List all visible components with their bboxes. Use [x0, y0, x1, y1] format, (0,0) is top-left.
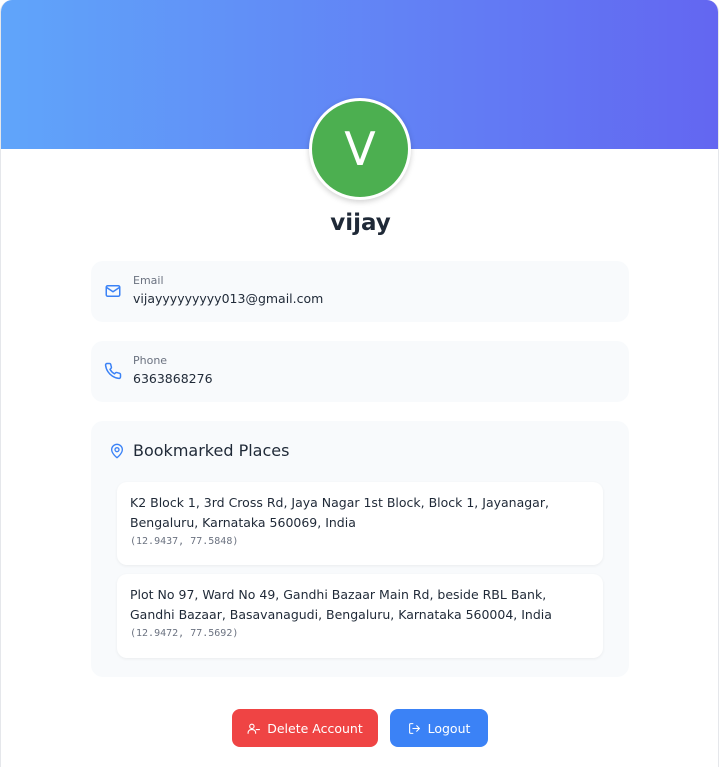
profile-card: V vijay Email vijayyyyyyyyy013@gmail.com… — [0, 0, 719, 767]
bookmarks-title: Bookmarked Places — [133, 441, 290, 460]
bookmarked-place-item[interactable]: Plot No 97, Ward No 49, Gandhi Bazaar Ma… — [117, 574, 603, 658]
avatar: V — [309, 98, 411, 200]
logout-icon — [408, 722, 420, 734]
place-address: K2 Block 1, 3rd Cross Rd, Jaya Nagar 1st… — [130, 495, 549, 530]
place-address: Plot No 97, Ward No 49, Gandhi Bazaar Ma… — [130, 587, 552, 622]
delete-account-label: Delete Account — [267, 720, 363, 736]
logout-label: Logout — [427, 720, 471, 736]
email-value: vijayyyyyyyyy013@gmail.com — [133, 291, 324, 306]
phone-label: Phone — [133, 354, 168, 367]
avatar-initial: V — [344, 122, 376, 176]
logout-button[interactable]: Logout — [390, 709, 488, 747]
email-label: Email — [133, 274, 164, 287]
mail-icon — [105, 285, 121, 297]
phone-value: 6363868276 — [133, 371, 213, 386]
place-coordinates: (12.9437, 77.5848) — [130, 536, 239, 547]
username: vijay — [330, 210, 391, 236]
bookmarked-place-item[interactable]: K2 Block 1, 3rd Cross Rd, Jaya Nagar 1st… — [117, 482, 603, 565]
bookmarked-places-section: Bookmarked Places K2 Block 1, 3rd Cross … — [91, 421, 629, 677]
place-coordinates: (12.9472, 77.5692) — [130, 628, 239, 639]
phone-info: Phone 6363868276 — [91, 341, 629, 402]
email-info: Email vijayyyyyyyyy013@gmail.com — [91, 261, 629, 322]
phone-icon — [104, 362, 122, 380]
delete-account-button[interactable]: Delete Account — [232, 709, 378, 747]
map-pin-icon — [111, 443, 123, 459]
user-minus-icon — [247, 723, 261, 734]
